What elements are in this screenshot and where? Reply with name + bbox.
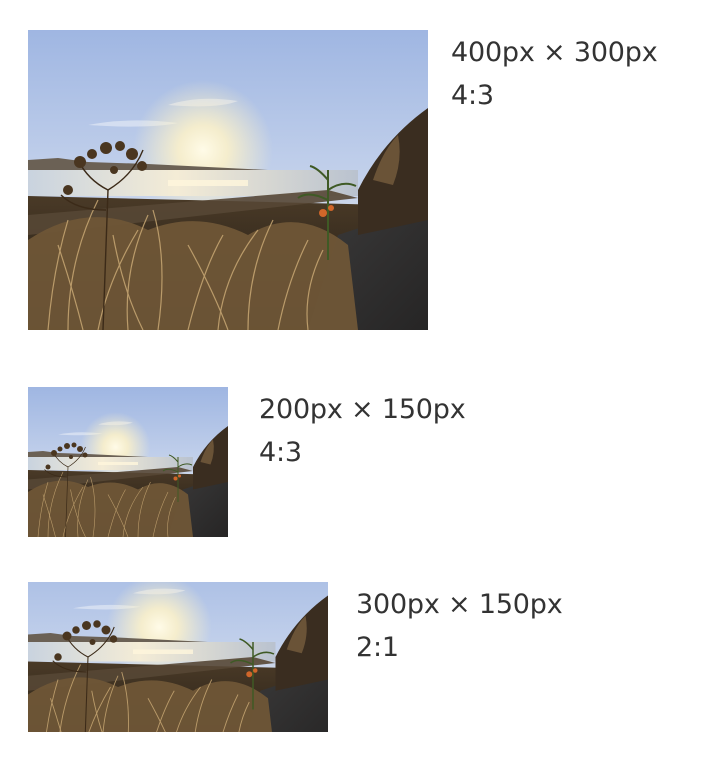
figure-caption: 200px × 150px 4:3 [259,388,466,474]
figure-row-1: 400px × 300px 4:3 [28,30,658,330]
aspect-ratio-label: 2:1 [356,632,399,663]
aspect-ratio-label: 4:3 [259,437,302,468]
figure-row-2: 200px × 150px 4:3 [28,387,466,537]
sunset-grass-photo [28,387,228,537]
figure-row-3: 300px × 150px 2:1 [28,582,563,732]
dimensions-label: 300px × 150px [356,589,563,620]
sunset-grass-photo [28,582,328,732]
figure-caption: 300px × 150px 2:1 [356,583,563,669]
dimensions-label: 400px × 300px [451,37,658,68]
figure-caption: 400px × 300px 4:3 [451,31,658,117]
sunset-grass-photo [28,30,428,330]
dimensions-label: 200px × 150px [259,394,466,425]
aspect-ratio-label: 4:3 [451,80,494,111]
